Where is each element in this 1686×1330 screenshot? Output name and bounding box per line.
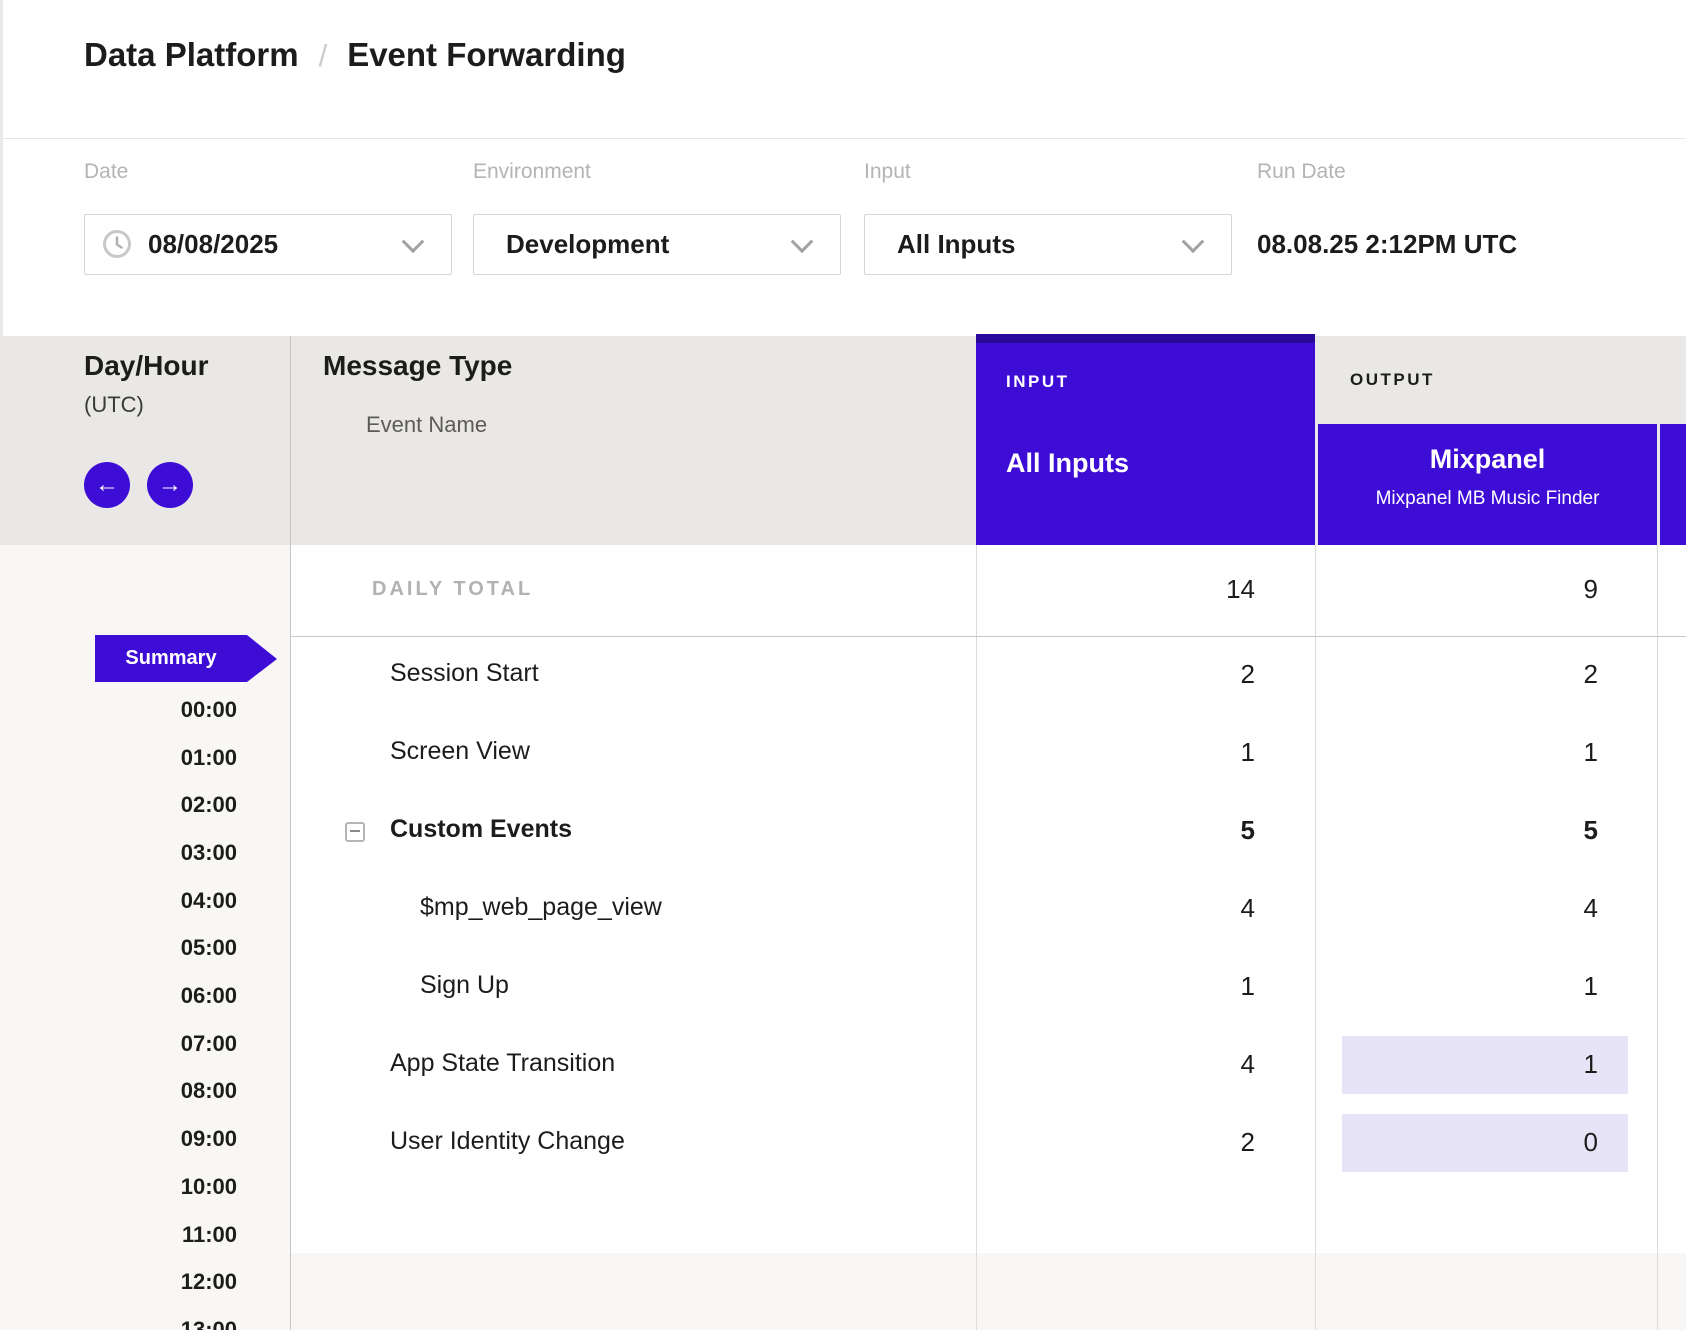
chevron-down-icon [791, 230, 814, 253]
arrow-left-icon: ← [95, 471, 119, 498]
hour-row-13[interactable]: 13:00 [37, 1317, 237, 1330]
input-dropdown[interactable]: All Inputs [864, 214, 1232, 275]
input-output-column-border [1315, 545, 1316, 1330]
cell-input-app-state-transition: 4 [1055, 1049, 1255, 1080]
run-date-label: Run Date [1257, 160, 1346, 184]
hour-row-05[interactable]: 05:00 [37, 935, 237, 961]
output-column-subtitle: Mixpanel MB Music Finder [1318, 488, 1657, 510]
input-group-label: INPUT [1006, 372, 1070, 392]
daily-total-label: DAILY TOTAL [372, 578, 533, 601]
cell-output-mp-web-page-view: 4 [1398, 893, 1598, 924]
daily-total-input-value: 14 [1055, 574, 1255, 605]
cell-output-custom-events: 5 [1398, 815, 1598, 846]
chevron-down-icon [402, 230, 425, 253]
row-label-mp-web-page-view: $mp_web_page_view [420, 893, 662, 922]
hour-row-06[interactable]: 06:00 [37, 983, 237, 1009]
output-column-name: Mixpanel [1318, 444, 1657, 475]
cell-input-mp-web-page-view: 4 [1055, 893, 1255, 924]
summary-badge-label: Summary [95, 635, 247, 682]
cell-output-user-identity-change: 0 [1398, 1127, 1598, 1158]
date-dropdown[interactable]: 08/08/2025 [84, 214, 452, 275]
input-filter-label: Input [864, 160, 911, 184]
input-column-name: All Inputs [1006, 448, 1129, 479]
row-label-screen-view: Screen View [390, 737, 530, 766]
environment-filter-label: Environment [473, 160, 591, 184]
output-group-label: OUTPUT [1350, 370, 1435, 390]
hour-row-03[interactable]: 03:00 [37, 840, 237, 866]
breadcrumb: Data Platform/Event Forwarding [84, 36, 626, 74]
day-hour-timezone: (UTC) [84, 392, 144, 418]
collapse-custom-events-icon[interactable] [345, 822, 365, 842]
message-type-column-title: Message Type [323, 350, 512, 382]
breadcrumb-separator: / [299, 38, 348, 73]
hour-row-02[interactable]: 02:00 [37, 792, 237, 818]
event-forwarding-page: Data Platform/Event Forwarding Date Envi… [0, 0, 1686, 1330]
cell-output-sign-up: 1 [1398, 971, 1598, 1002]
row-label-user-identity-change: User Identity Change [390, 1127, 625, 1156]
row-label-session-start: Session Start [390, 659, 539, 688]
previous-day-button[interactable]: ← [84, 462, 130, 508]
hour-row-08[interactable]: 08:00 [37, 1078, 237, 1104]
day-hour-column-border [290, 336, 291, 1330]
header-divider [0, 138, 1686, 139]
environment-dropdown[interactable]: Development [473, 214, 841, 275]
table-footer-background [290, 1253, 1686, 1330]
cell-output-screen-view: 1 [1398, 737, 1598, 768]
hour-row-04[interactable]: 04:00 [37, 888, 237, 914]
environment-dropdown-value: Development [506, 215, 669, 274]
input-column-left-border [976, 545, 977, 1330]
chevron-down-icon [1182, 230, 1205, 253]
event-name-subtitle: Event Name [366, 412, 487, 438]
hour-row-12[interactable]: 12:00 [37, 1269, 237, 1295]
hour-row-11[interactable]: 11:00 [37, 1222, 237, 1248]
daily-total-separator [290, 636, 1686, 637]
clock-icon [102, 229, 132, 264]
day-hour-column-title: Day/Hour [84, 350, 208, 382]
cell-input-user-identity-change: 2 [1055, 1127, 1255, 1158]
date-filter-label: Date [84, 160, 128, 184]
date-dropdown-value: 08/08/2025 [148, 215, 278, 274]
cell-input-sign-up: 1 [1055, 971, 1255, 1002]
row-label-custom-events: Custom Events [390, 815, 572, 844]
next-day-button[interactable]: → [147, 462, 193, 508]
arrow-right-icon: → [158, 471, 182, 498]
cell-input-custom-events: 5 [1055, 815, 1255, 846]
input-dropdown-value: All Inputs [897, 215, 1015, 274]
page-title: Event Forwarding [347, 36, 626, 73]
row-label-app-state-transition: App State Transition [390, 1049, 615, 1078]
next-output-column-partial [1660, 424, 1686, 545]
cell-input-screen-view: 1 [1055, 737, 1255, 768]
hour-row-10[interactable]: 10:00 [37, 1174, 237, 1200]
hour-row-00[interactable]: 00:00 [37, 697, 237, 723]
summary-badge-arrow [247, 635, 277, 682]
cell-output-session-start: 2 [1398, 659, 1598, 690]
run-date-value: 08.08.25 2:12PM UTC [1257, 214, 1517, 275]
cell-output-app-state-transition: 1 [1398, 1049, 1598, 1080]
output-column-right-border [1657, 545, 1658, 1330]
output-column-header: Mixpanel Mixpanel MB Music Finder [1318, 424, 1657, 545]
daily-total-output-value: 9 [1398, 574, 1598, 605]
hour-row-07[interactable]: 07:00 [37, 1031, 237, 1057]
hour-row-01[interactable]: 01:00 [37, 745, 237, 771]
input-column-top-strip [976, 334, 1315, 343]
row-label-sign-up: Sign Up [420, 971, 509, 1000]
hour-row-09[interactable]: 09:00 [37, 1126, 237, 1152]
cell-input-session-start: 2 [1055, 659, 1255, 690]
breadcrumb-section[interactable]: Data Platform [84, 36, 299, 73]
